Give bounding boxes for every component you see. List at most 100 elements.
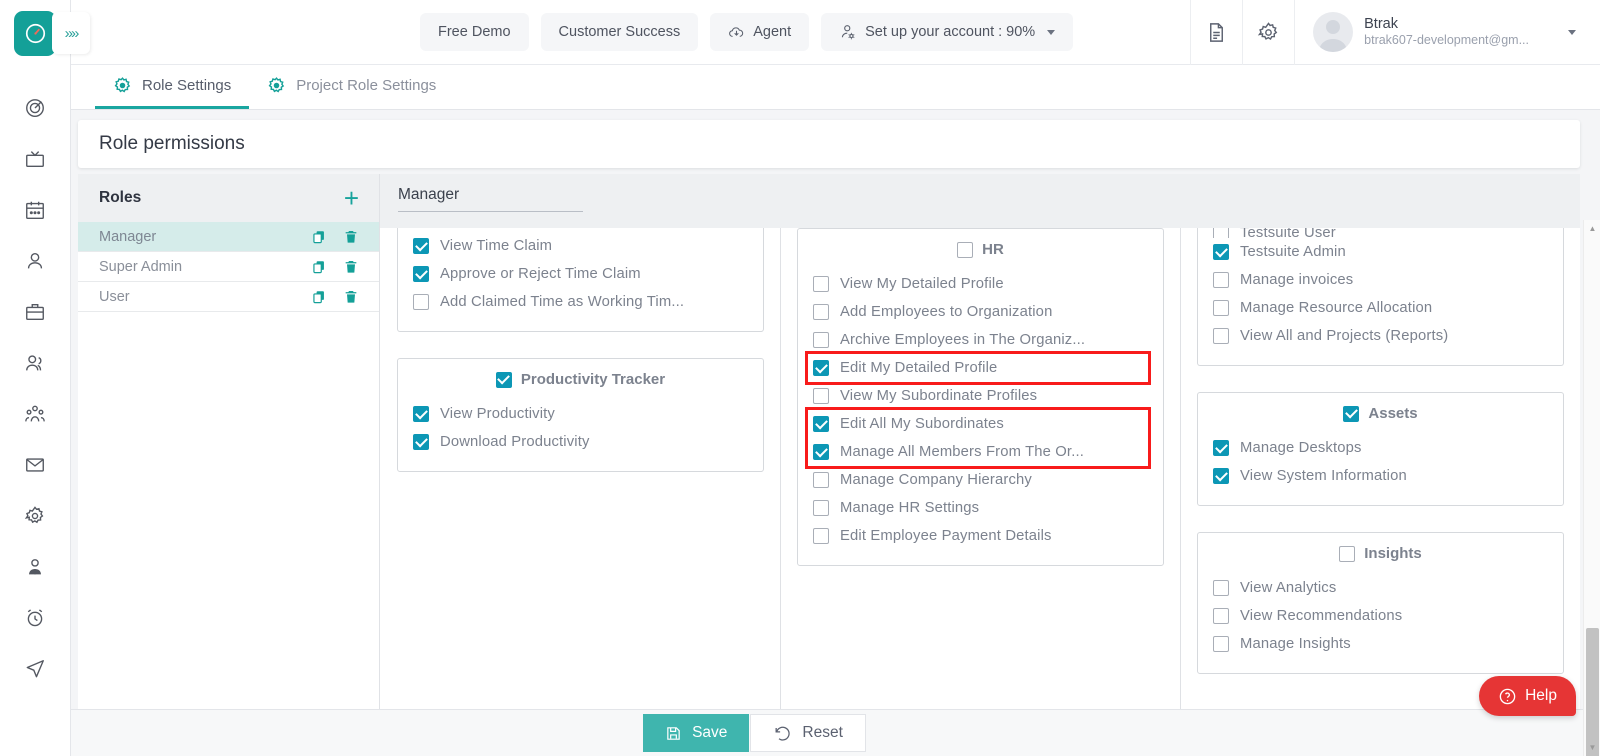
scrollbar-thumb[interactable]: [1586, 628, 1599, 756]
role-row[interactable]: Manager: [78, 222, 379, 252]
checkbox[interactable]: [1213, 272, 1229, 288]
permission-item[interactable]: Edit Employee Payment Details: [813, 522, 1148, 550]
permission-item[interactable]: View My Subordinate Profiles: [813, 382, 1148, 410]
scroll-up-arrow[interactable]: ▲: [1584, 220, 1600, 237]
permission-item[interactable]: View Productivity: [413, 400, 748, 428]
card-title[interactable]: Productivity Tracker: [413, 371, 748, 388]
permission-item[interactable]: Manage Desktops: [1213, 434, 1548, 462]
briefcase-icon[interactable]: [0, 286, 70, 337]
role-row[interactable]: User: [78, 282, 379, 312]
org-group-icon[interactable]: [0, 388, 70, 439]
permission-item[interactable]: View Recommendations: [1213, 602, 1548, 630]
permission-item[interactable]: View System Information: [1213, 462, 1548, 490]
checkbox[interactable]: [813, 304, 829, 320]
save-button[interactable]: Save: [643, 714, 749, 752]
trash-icon[interactable]: [343, 229, 359, 245]
permission-item[interactable]: Manage Insights: [1213, 630, 1548, 658]
users-pair-icon[interactable]: [0, 337, 70, 388]
tv-screen-icon[interactable]: [0, 133, 70, 184]
plus-icon[interactable]: +: [344, 185, 359, 211]
checkbox[interactable]: [1213, 228, 1229, 238]
checkbox[interactable]: [1213, 468, 1229, 484]
permission-item[interactable]: Approve or Reject Time Claim: [413, 260, 748, 288]
reset-button[interactable]: Reset: [750, 714, 866, 752]
checkbox[interactable]: [813, 500, 829, 516]
checkbox[interactable]: [413, 238, 429, 254]
checkbox[interactable]: [813, 388, 829, 404]
checkbox[interactable]: [1213, 244, 1229, 260]
permission-item[interactable]: Archive Employees in The Organiz...: [813, 326, 1148, 354]
card-title[interactable]: Insights: [1213, 545, 1548, 562]
caret-down-icon[interactable]: [1568, 30, 1576, 35]
checkbox[interactable]: [1213, 328, 1229, 344]
checkbox[interactable]: [1213, 636, 1229, 652]
checkbox[interactable]: [813, 444, 829, 460]
checkbox[interactable]: [813, 528, 829, 544]
permission-item[interactable]: View My Detailed Profile: [813, 270, 1148, 298]
role-row[interactable]: Super Admin: [78, 252, 379, 282]
permission-item[interactable]: Manage Resource Allocation: [1213, 294, 1548, 322]
user-account-menu[interactable]: Btrak btrak607-development@gm...: [1294, 0, 1600, 65]
user-badge-icon[interactable]: [0, 541, 70, 592]
checkbox[interactable]: [813, 360, 829, 376]
setup-account-button[interactable]: Set up your account : 90%: [821, 13, 1073, 51]
permission-item[interactable]: Add Employees to Organization: [813, 298, 1148, 326]
permission-item[interactable]: Edit All My Subordinates: [813, 410, 1148, 438]
permission-item[interactable]: View Time Claim: [413, 232, 748, 260]
permission-item[interactable]: Manage Company Hierarchy: [813, 466, 1148, 494]
checkbox[interactable]: [957, 242, 973, 258]
checkbox[interactable]: [813, 472, 829, 488]
checkbox[interactable]: [1213, 580, 1229, 596]
gear-icon[interactable]: [1242, 0, 1294, 65]
checkbox[interactable]: [496, 372, 512, 388]
user-icon[interactable]: [0, 235, 70, 286]
alarm-clock-icon[interactable]: [0, 592, 70, 643]
card-title[interactable]: HR: [813, 241, 1148, 258]
copy-icon[interactable]: [311, 289, 327, 305]
checkbox[interactable]: [413, 434, 429, 450]
mail-envelope-icon[interactable]: [0, 439, 70, 490]
checkbox[interactable]: [413, 266, 429, 282]
permission-item[interactable]: Manage All Members From The Or...: [813, 438, 1148, 466]
clipped-perm-item[interactable]: Testsuite User: [1213, 228, 1548, 238]
page-scrollbar[interactable]: ▲ ▼: [1583, 220, 1600, 756]
tab-role-settings[interactable]: Role Settings: [95, 65, 249, 109]
navigation-arrow-icon[interactable]: [0, 643, 70, 694]
scroll-down-arrow[interactable]: ▼: [1584, 739, 1600, 756]
permission-item[interactable]: Edit My Detailed Profile: [813, 354, 1148, 382]
document-icon[interactable]: [1190, 0, 1242, 65]
copy-icon[interactable]: [311, 259, 327, 275]
permission-item[interactable]: Add Claimed Time as Working Tim...: [413, 288, 748, 316]
checkbox[interactable]: [413, 406, 429, 422]
checkbox[interactable]: [1213, 608, 1229, 624]
tab-project-role-settings[interactable]: Project Role Settings: [249, 65, 454, 109]
role-name-input[interactable]: [398, 184, 583, 212]
checkbox[interactable]: [413, 294, 429, 310]
help-button[interactable]: Help: [1479, 676, 1576, 716]
agent-button[interactable]: Agent: [710, 13, 809, 51]
checkbox[interactable]: [1213, 440, 1229, 456]
checkbox[interactable]: [1213, 300, 1229, 316]
checkbox[interactable]: [813, 276, 829, 292]
permission-item[interactable]: Testsuite Admin: [1213, 238, 1548, 266]
permission-item[interactable]: View Analytics: [1213, 574, 1548, 602]
free-demo-button[interactable]: Free Demo: [420, 13, 529, 51]
trash-icon[interactable]: [343, 259, 359, 275]
customer-success-button[interactable]: Customer Success: [541, 13, 699, 51]
permission-item[interactable]: View All and Projects (Reports): [1213, 322, 1548, 350]
target-dashboard-icon[interactable]: [0, 82, 70, 133]
checkbox[interactable]: [1339, 546, 1355, 562]
permission-item[interactable]: Manage HR Settings: [813, 494, 1148, 522]
checkbox[interactable]: [813, 332, 829, 348]
checkbox[interactable]: [813, 416, 829, 432]
expand-sidebar-button[interactable]: »»: [52, 12, 90, 54]
permission-item[interactable]: Download Productivity: [413, 428, 748, 456]
card-title[interactable]: Assets: [1213, 405, 1548, 422]
gear-icon[interactable]: [0, 490, 70, 541]
trash-icon[interactable]: [343, 289, 359, 305]
copy-icon[interactable]: [311, 229, 327, 245]
permission-item[interactable]: Manage invoices: [1213, 266, 1548, 294]
clock-logo-icon[interactable]: [14, 11, 56, 56]
calendar-icon[interactable]: [0, 184, 70, 235]
checkbox[interactable]: [1343, 406, 1359, 422]
